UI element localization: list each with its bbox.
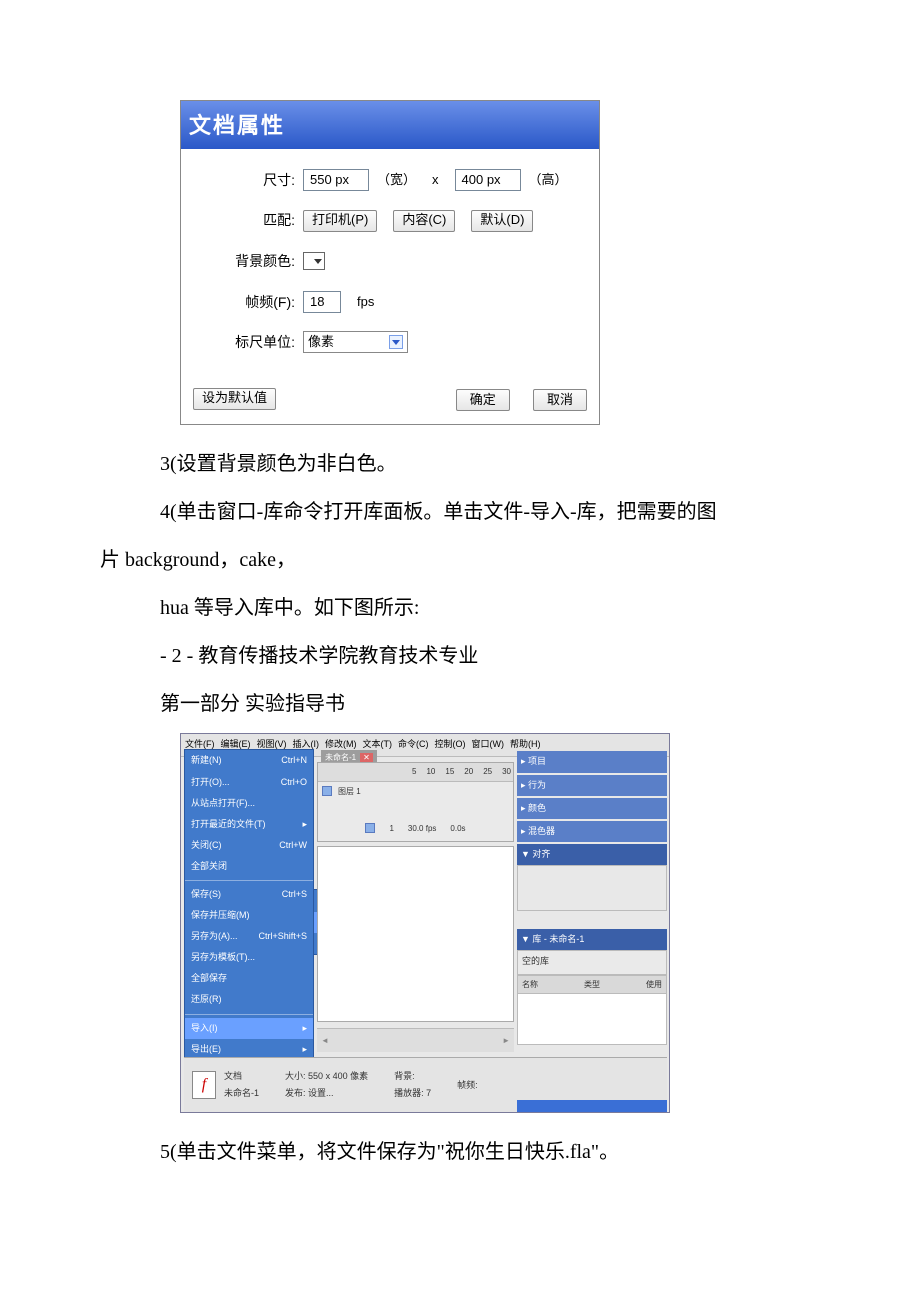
match-default-button[interactable]: 默认(D) <box>471 210 533 232</box>
menu-item: 新建(N)Ctrl+N <box>185 750 313 771</box>
paragraph-4b: 片 background，cake， <box>100 541 800 579</box>
stage-scrollbar[interactable]: ◄► <box>317 1028 514 1052</box>
menu-item: 另存为模板(T)... <box>185 947 313 968</box>
row-match: 匹配: 打印机(P) 内容(C) 默认(D) <box>193 207 587 234</box>
menu-item: 保存(S)Ctrl+S <box>185 884 313 905</box>
panel-head[interactable]: ▸ 行为 <box>517 775 667 796</box>
menu-item: 全部关闭 <box>185 856 313 877</box>
timeline-panel[interactable]: 5 10 15 20 25 30 图层 1 1 30.0 fps 0.0s <box>317 762 514 842</box>
stage-canvas[interactable] <box>317 846 514 1022</box>
row-bgcolor: 背景颜色: <box>193 248 587 275</box>
document-properties-dialog: 文档属性 尺寸: 550 px （宽） x 400 px （高） 匹配: 打印机… <box>180 100 600 425</box>
ruler-label: 标尺单位: <box>193 329 303 356</box>
menu-item: 全部保存 <box>185 968 313 989</box>
x-separator: x <box>432 168 439 193</box>
bgcolor-swatch[interactable] <box>303 252 325 270</box>
height-tag: （高） <box>529 168 568 193</box>
menu-item: 保存并压缩(M) <box>185 905 313 926</box>
ruler-select[interactable]: 像素 <box>303 331 408 353</box>
fps-input[interactable]: 18 <box>303 291 341 313</box>
match-printer-button[interactable]: 打印机(P) <box>303 210 377 232</box>
menu-item[interactable]: 控制(O) <box>435 736 466 753</box>
menu-item-import: 导入(I)▸ <box>185 1018 313 1039</box>
menu-item: 从站点打开(F)... <box>185 793 313 814</box>
ok-button[interactable]: 确定 <box>456 389 510 411</box>
paragraph-5: 5(单击文件菜单，将文件保存为"祝你生日快乐.fla"。 <box>120 1133 800 1171</box>
panel-head[interactable]: ▸ 颜色 <box>517 798 667 819</box>
close-icon[interactable]: ✕ <box>360 753 373 762</box>
panel-head[interactable]: ▸ 混色器 <box>517 821 667 842</box>
width-tag: （宽） <box>377 168 416 193</box>
bgcolor-label: 背景颜色: <box>193 248 303 275</box>
row-size: 尺寸: 550 px （宽） x 400 px （高） <box>193 167 587 194</box>
cancel-button[interactable]: 取消 <box>533 389 587 411</box>
row-ruler: 标尺单位: 像素 <box>193 329 587 356</box>
paragraph-4c: hua 等导入库中。如下图所示: <box>120 589 800 627</box>
right-panels: ▸ 项目 ▸ 行为 ▸ 颜色 ▸ 混色器 ▼ 对齐 ▼ 库 - 未命名-1 空的… <box>517 749 667 1045</box>
match-content-button[interactable]: 内容(C) <box>393 210 455 232</box>
menu-item: 另存为(A)...Ctrl+Shift+S <box>185 926 313 947</box>
panel-head-align[interactable]: ▼ 对齐 <box>517 844 667 865</box>
flash-file-icon: f <box>192 1071 216 1099</box>
timeline-icon <box>365 823 375 833</box>
width-input[interactable]: 550 px <box>303 169 369 191</box>
paragraph-section: 第一部分 实验指导书 <box>120 685 800 723</box>
layer-icon <box>322 786 332 796</box>
fps-unit: fps <box>357 290 374 315</box>
paragraph-4a: 4(单击窗口-库命令打开库面板。单击文件-导入-库，把需要的图 <box>120 493 800 531</box>
height-input[interactable]: 400 px <box>455 169 521 191</box>
document-tab-label: 未命名-1 <box>325 753 356 762</box>
ruler-value: 像素 <box>308 330 334 355</box>
paragraph-footer: - 2 - 教育传播技术学院教育技术专业 <box>120 637 800 675</box>
menu-item: 打开(O)...Ctrl+O <box>185 772 313 793</box>
dialog-title: 文档属性 <box>181 101 599 149</box>
fps-label: 帧频(F): <box>193 289 303 316</box>
paragraph-3: 3(设置背景颜色为非白色。 <box>120 445 800 483</box>
library-empty: 空的库 <box>517 950 667 975</box>
chevron-down-icon <box>389 335 403 349</box>
panel-head-library[interactable]: ▼ 库 - 未命名-1 <box>517 929 667 950</box>
bottom-bluebar <box>517 1100 667 1112</box>
menu-item[interactable]: 命令(C) <box>398 736 429 753</box>
menu-item: 关闭(C)Ctrl+W <box>185 835 313 856</box>
panel-head[interactable]: ▸ 项目 <box>517 751 667 772</box>
props-docname: 未命名-1 <box>224 1085 259 1102</box>
layer-name[interactable]: 图层 1 <box>338 784 361 799</box>
menu-item[interactable]: 窗口(W) <box>472 736 505 753</box>
set-default-button[interactable]: 设为默认值 <box>193 388 276 410</box>
props-doc: 文档 <box>224 1068 259 1085</box>
menu-item: 还原(R) <box>185 989 313 1010</box>
match-label: 匹配: <box>193 207 303 234</box>
size-label: 尺寸: <box>193 167 303 194</box>
library-table[interactable]: 名称 类型 使用 <box>517 975 667 1045</box>
flash-ide-screenshot: 文件(F) 编辑(E) 视图(V) 插入(I) 修改(M) 文本(T) 命令(C… <box>180 733 670 1113</box>
menu-item: 打开最近的文件(T)▸ <box>185 814 313 835</box>
row-fps: 帧频(F): 18 fps <box>193 289 587 316</box>
